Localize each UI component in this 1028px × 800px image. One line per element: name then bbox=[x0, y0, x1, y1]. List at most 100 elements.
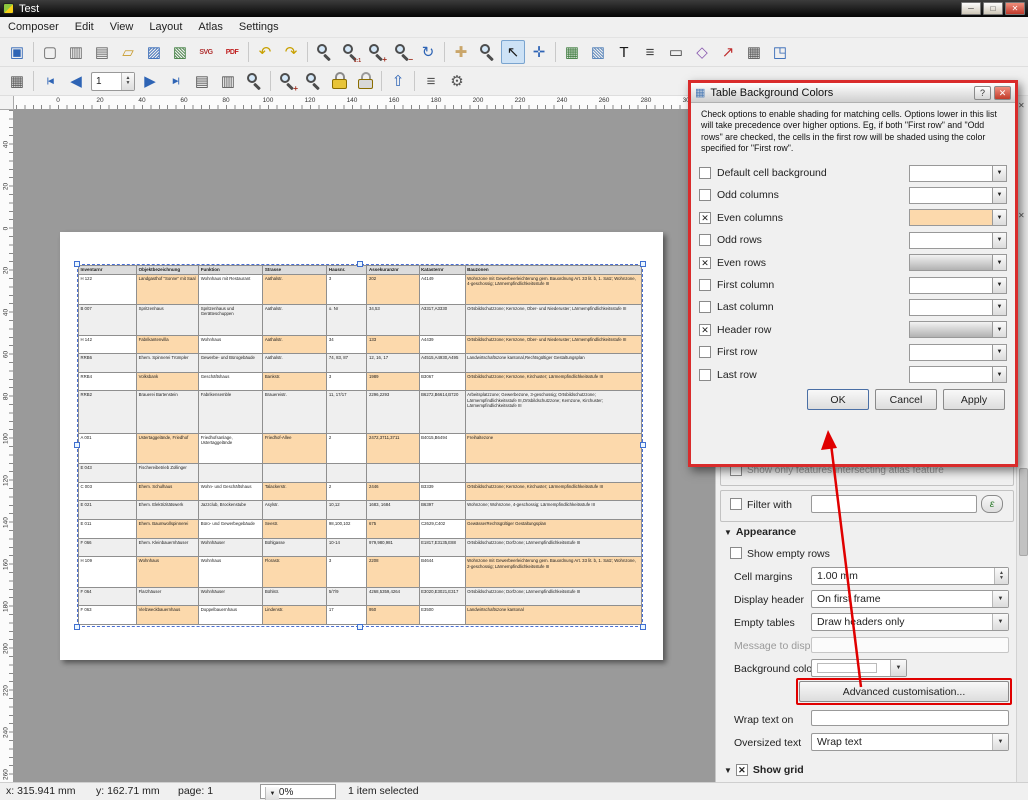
odd-columns-checkbox[interactable] bbox=[699, 189, 711, 201]
even-rows-color-picker[interactable]: ▼ bbox=[909, 254, 1007, 271]
add-basic-shape-icon[interactable]: ◇ bbox=[690, 40, 714, 64]
dialog-help-button[interactable]: ? bbox=[974, 86, 991, 100]
move-item-content-icon[interactable]: ✛ bbox=[527, 40, 551, 64]
even-columns-color-picker[interactable]: ▼ bbox=[909, 209, 1007, 226]
align-items-icon[interactable]: ≡ bbox=[419, 69, 443, 93]
export-as-svg-icon[interactable]: SVG bbox=[194, 40, 218, 64]
last-feature-icon[interactable]: ▶| bbox=[164, 69, 188, 93]
menu-settings[interactable]: Settings bbox=[231, 18, 287, 36]
raise-selected-items-icon[interactable]: ⇧ bbox=[386, 69, 410, 93]
atlas-settings-icon[interactable]: ▦ bbox=[5, 69, 29, 93]
first-column-checkbox[interactable] bbox=[699, 279, 711, 291]
dock-close-icon[interactable]: ✕ bbox=[1018, 101, 1025, 110]
previous-feature-icon[interactable]: ◀ bbox=[64, 69, 88, 93]
last-row-checkbox[interactable] bbox=[699, 369, 711, 381]
zoom-level-combo[interactable]: 67.0% ▼ bbox=[260, 784, 336, 799]
color-swatch[interactable] bbox=[909, 232, 992, 249]
menu-view[interactable]: View bbox=[102, 18, 142, 36]
even-rows-checkbox[interactable]: ✕ bbox=[699, 257, 711, 269]
add-html-frame-icon[interactable]: ◳ bbox=[768, 40, 792, 64]
dropdown-arrow-icon[interactable]: ▼ bbox=[992, 321, 1007, 338]
dropdown-arrow-icon[interactable]: ▼ bbox=[992, 344, 1007, 361]
add-new-legend-icon[interactable]: ≡ bbox=[638, 40, 662, 64]
first-column-color-picker[interactable]: ▼ bbox=[909, 277, 1007, 294]
dropdown-arrow-icon[interactable]: ▼ bbox=[992, 232, 1007, 249]
add-new-label-icon[interactable]: T bbox=[612, 40, 636, 64]
color-swatch[interactable] bbox=[909, 254, 992, 271]
odd-rows-checkbox[interactable] bbox=[699, 234, 711, 246]
selection-handle[interactable] bbox=[640, 442, 646, 448]
odd-columns-color-picker[interactable]: ▼ bbox=[909, 187, 1007, 204]
selection-handle[interactable] bbox=[640, 624, 646, 630]
header-row-checkbox[interactable]: ✕ bbox=[699, 324, 711, 336]
menu-edit[interactable]: Edit bbox=[67, 18, 102, 36]
menu-atlas[interactable]: Atlas bbox=[190, 18, 230, 36]
menu-layout[interactable]: Layout bbox=[141, 18, 190, 36]
appearance-section-header[interactable]: ▼Appearance bbox=[724, 526, 796, 538]
save-as-template-icon[interactable]: ▨ bbox=[142, 40, 166, 64]
dropdown-arrow-icon[interactable]: ▼ bbox=[992, 209, 1007, 226]
color-swatch[interactable] bbox=[909, 321, 992, 338]
menu-composer[interactable]: Composer bbox=[0, 18, 67, 36]
zoom-out-icon[interactable]: − bbox=[390, 40, 414, 64]
apply-button[interactable]: Apply bbox=[943, 389, 1005, 410]
dropdown-arrow-icon[interactable]: ▼ bbox=[992, 254, 1007, 271]
expression-builder-button[interactable]: ε bbox=[981, 495, 1003, 513]
add-new-map-icon[interactable]: ▦ bbox=[560, 40, 584, 64]
color-swatch[interactable] bbox=[909, 299, 992, 316]
color-swatch[interactable] bbox=[909, 344, 992, 361]
header-row-color-picker[interactable]: ▼ bbox=[909, 321, 1007, 338]
attribute-table-item[interactable]: InventarnrObjektbezeichnungFunktionStras… bbox=[78, 265, 642, 626]
print-atlas-icon[interactable]: ▤ bbox=[190, 69, 214, 93]
dropdown-arrow-icon[interactable]: ▼ bbox=[992, 187, 1007, 204]
show-grid-section-header[interactable]: ▼✕Show grid bbox=[724, 764, 804, 776]
last-column-checkbox[interactable] bbox=[699, 301, 711, 313]
color-swatch[interactable] bbox=[909, 165, 992, 182]
item-options-icon[interactable]: ⚙ bbox=[445, 69, 469, 93]
dropdown-arrow-icon[interactable]: ▼ bbox=[992, 165, 1007, 182]
dropdown-arrow-icon[interactable]: ▼ bbox=[992, 277, 1007, 294]
dropdown-arrow-icon[interactable]: ▼ bbox=[992, 366, 1007, 383]
message-to-display-input[interactable] bbox=[811, 637, 1009, 653]
empty-tables-combo[interactable]: Draw headers only ▼ bbox=[811, 613, 1009, 631]
selection-handle[interactable] bbox=[357, 624, 363, 630]
duplicate-composition-icon[interactable]: ▥ bbox=[64, 40, 88, 64]
odd-rows-color-picker[interactable]: ▼ bbox=[909, 232, 1007, 249]
maximize-button[interactable]: □ bbox=[983, 2, 1003, 15]
zoom-in-icon[interactable]: + bbox=[364, 40, 388, 64]
zoom-last-icon[interactable] bbox=[301, 69, 325, 93]
dialog-title-bar[interactable]: ▦ Table Background Colors ? ✕ bbox=[691, 83, 1015, 103]
cancel-button[interactable]: Cancel bbox=[875, 389, 937, 410]
export-as-image-icon[interactable]: ▧ bbox=[168, 40, 192, 64]
show-empty-rows-checkbox[interactable] bbox=[730, 547, 742, 559]
selection-handle[interactable] bbox=[640, 261, 646, 267]
first-row-color-picker[interactable]: ▼ bbox=[909, 344, 1007, 361]
close-button[interactable]: ✕ bbox=[1005, 2, 1025, 15]
first-feature-icon[interactable]: |◀ bbox=[38, 69, 62, 93]
wrap-text-on-input[interactable] bbox=[811, 710, 1009, 726]
selection-handle[interactable] bbox=[74, 442, 80, 448]
default-cell-background-checkbox[interactable] bbox=[699, 167, 711, 179]
spin-arrows-icon[interactable]: ▲▼ bbox=[994, 568, 1008, 584]
last-row-color-picker[interactable]: ▼ bbox=[909, 366, 1007, 383]
redo-icon[interactable]: ↷ bbox=[279, 40, 303, 64]
selection-handle[interactable] bbox=[74, 624, 80, 630]
minimize-button[interactable]: ─ bbox=[961, 2, 981, 15]
export-as-pdf-icon[interactable]: PDF bbox=[220, 40, 244, 64]
preview-atlas-icon[interactable] bbox=[242, 69, 266, 93]
export-atlas-icon[interactable]: ▥ bbox=[216, 69, 240, 93]
lock-selected-items-icon[interactable] bbox=[327, 69, 351, 93]
selection-handle[interactable] bbox=[357, 261, 363, 267]
unlock-all-items-icon[interactable] bbox=[353, 69, 377, 93]
show-grid-checkbox[interactable]: ✕ bbox=[736, 764, 748, 776]
zoom-region-icon[interactable] bbox=[475, 40, 499, 64]
cell-margins-spinbox[interactable]: 1.00 mm ▲▼ bbox=[811, 567, 1009, 585]
color-swatch[interactable] bbox=[909, 277, 992, 294]
display-header-combo[interactable]: On first frame ▼ bbox=[811, 590, 1009, 608]
composer-canvas[interactable]: InventarnrObjektbezeichnungFunktionStras… bbox=[14, 110, 715, 782]
filter-input[interactable] bbox=[811, 495, 977, 513]
background-color-picker[interactable]: ▼ bbox=[811, 659, 907, 677]
ok-button[interactable]: OK bbox=[807, 389, 869, 410]
save-project-icon[interactable]: ▣ bbox=[5, 40, 29, 64]
load-from-template-icon[interactable]: ▱ bbox=[116, 40, 140, 64]
